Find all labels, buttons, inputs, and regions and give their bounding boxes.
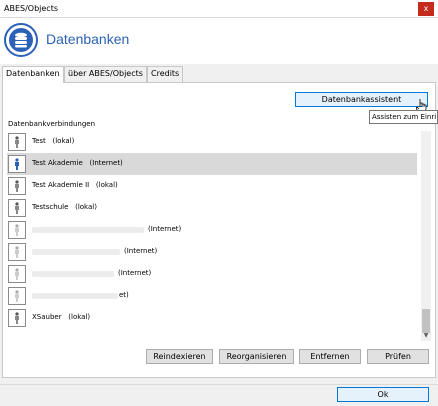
list-scrollbar[interactable]: ▼ [421,131,431,341]
connection-type: (Internet) [118,269,152,277]
title-bar: ABES/Objects x [0,0,438,18]
connection-label: Test Akademie II (lokal) [32,181,118,189]
connections-heading: Datenbankverbindungen [8,120,96,128]
connection-icon [8,265,26,283]
list-item[interactable]: Test Akademie II (lokal) [7,175,417,197]
reindex-button[interactable]: Reindexieren [146,349,213,364]
list-item[interactable]: (Internet) [7,241,417,263]
connection-type: (Internet) [124,247,158,255]
connection-label: Test (lokal) [32,137,75,145]
reorganize-button[interactable]: Reorganisieren [219,349,294,364]
redacted-name [32,271,114,277]
header: Datenbanken [0,18,438,64]
list-item[interactable]: XSauber (lokal) [7,307,417,329]
close-icon: x [423,4,429,13]
list-item[interactable]: Testschule (lokal) [7,197,417,219]
list-item[interactable]: Test (lokal) [7,131,417,153]
connection-icon [8,287,26,305]
remove-button[interactable]: Entfernen [299,349,361,364]
connection-icon [8,221,26,239]
ok-button[interactable]: Ok [337,387,429,402]
list-item[interactable]: (Internet) [7,219,417,241]
list-item[interactable]: et) [7,285,417,307]
list-item[interactable]: (Internet) [7,263,417,285]
scrollbar-thumb[interactable] [422,309,430,333]
connection-icon [8,133,26,151]
connection-label: Testschule (lokal) [32,203,97,211]
redacted-name [32,293,118,299]
connection-label: Test Akademie (Internet) [32,159,123,167]
connection-icon [8,155,26,173]
page-title: Datenbanken [46,31,130,47]
tab-ueber[interactable]: über ABES/Objects [64,66,147,82]
connection-type: (Internet) [148,225,182,233]
close-button[interactable]: x [418,2,434,16]
connection-icon [8,309,26,327]
connection-icon [8,199,26,217]
scroll-down-icon[interactable]: ▼ [421,331,431,341]
tooltip: Assisten zum Einri [369,110,438,124]
redacted-name [32,249,120,255]
redacted-name [32,227,144,233]
connection-label: XSauber (lokal) [32,313,91,321]
connection-icon [8,243,26,261]
connections-list[interactable]: Test (lokal) Test Akademie (Internet) Te… [7,131,431,341]
tab-credits[interactable]: Credits [147,66,184,82]
tab-datenbanken[interactable]: Datenbanken [2,66,64,83]
connection-type: et) [119,291,129,299]
list-item-selected[interactable]: Test Akademie (Internet) [7,153,417,175]
connection-icon [8,177,26,195]
check-button[interactable]: Prüfen [367,349,429,364]
database-wizard-button[interactable]: Datenbankassistent [295,92,428,107]
window-title: ABES/Objects [4,4,59,13]
database-icon [4,23,38,57]
